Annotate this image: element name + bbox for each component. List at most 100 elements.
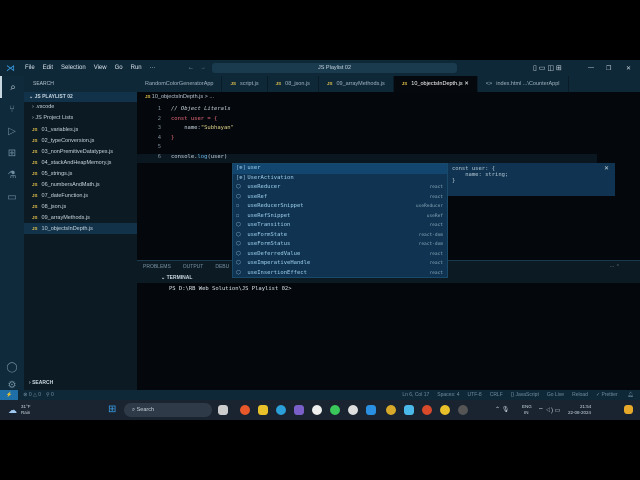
layout-icons[interactable]: ▯ ▭ ◫ ⊞ — [533, 64, 562, 72]
tab-item[interactable]: JS script.js — [222, 76, 268, 92]
file-item[interactable]: JS 09_arrayMethods.js — [24, 212, 137, 223]
tab-item[interactable]: JS 09_arrayMethods.js — [319, 76, 394, 92]
menu-view[interactable]: View — [90, 65, 111, 71]
problems-status[interactable]: ⊗ 0 △ 0 — [18, 392, 46, 398]
reload-button[interactable]: Reload — [568, 392, 592, 398]
suggestion-item[interactable]: ⬡ useImperativeHandle react — [233, 259, 447, 269]
whatsapp-icon[interactable] — [330, 405, 340, 415]
module-icon: ⬡ — [236, 222, 241, 228]
extensions-icon[interactable]: ⊞ — [0, 142, 24, 164]
explorer-section-header[interactable]: ⌄ JS PLAYLIST 02 — [24, 92, 137, 102]
suggestion-item[interactable]: ⬡ useRef react — [233, 193, 447, 203]
terminal-output[interactable]: PS D:\RB Web Solution\JS Playlist 02> — [137, 283, 640, 292]
teams-icon[interactable] — [294, 405, 304, 415]
tab-problems[interactable]: PROBLEMS — [137, 264, 177, 270]
suggestion-item[interactable]: ⬡ useTransition react — [233, 221, 447, 231]
weather-icon[interactable]: ☁ — [8, 405, 17, 416]
js-file-icon: JS — [326, 81, 333, 86]
forward-arrow-icon[interactable]: → — [200, 65, 206, 71]
file-item[interactable]: JS 03_nonPremitiveDatatypes.js — [24, 146, 137, 157]
folder-js-project-lists[interactable]: › JS Project Lists — [24, 113, 137, 124]
file-item[interactable]: JS 08_json.js — [24, 201, 137, 212]
start-button[interactable]: ⊞ — [108, 404, 116, 415]
suggestion-item[interactable]: ⬡ useInsertionEffect react — [233, 269, 447, 279]
indentation[interactable]: Spaces: 4 — [433, 392, 463, 398]
cursor-position[interactable]: Ln 6, Col 17 — [398, 392, 433, 398]
file-item[interactable]: JS 02_typeConversion.js — [24, 135, 137, 146]
suggestion-item[interactable]: ⬡ useDeferredValue react — [233, 250, 447, 260]
testing-icon[interactable]: ⚗ — [0, 164, 24, 186]
tab-item[interactable]: JS 10_objectsInDepth.js ✕ — [393, 76, 478, 92]
input-lang[interactable]: ENG — [522, 404, 532, 409]
encoding[interactable]: UTF-8 — [464, 392, 486, 398]
menu-selection[interactable]: Selection — [57, 65, 90, 71]
go-live-button[interactable]: Go Live — [543, 392, 568, 398]
suggestion-item[interactable]: ☐ useReducerSnippet useReducer — [233, 202, 447, 212]
search-section-header[interactable]: › SEARCH — [24, 378, 137, 388]
network-volume-icons[interactable]: ⌔ ◁) ▭ — [538, 406, 560, 414]
chrome-icon[interactable] — [386, 405, 396, 415]
menu-go[interactable]: Go — [111, 65, 127, 71]
remote-indicator[interactable]: ⚡ — [0, 390, 19, 400]
clock-date[interactable]: 22-08-2024 — [568, 410, 591, 415]
menu-file[interactable]: File — [21, 65, 39, 71]
details-close-icon[interactable]: ✕ — [604, 165, 609, 172]
run-debug-icon[interactable]: ▷ — [0, 120, 24, 142]
command-center[interactable]: JS Playlist 02 — [212, 63, 457, 73]
folder-vscode[interactable]: › .vscode — [24, 102, 137, 113]
app-icon[interactable] — [348, 405, 358, 415]
suggestion-item[interactable]: [⊛] UserActivation — [233, 174, 447, 184]
menu-run[interactable]: Run — [127, 65, 146, 71]
input-region[interactable]: IN — [524, 410, 529, 415]
menu-more[interactable]: ··· — [146, 65, 160, 71]
maximize-button[interactable]: ❐ — [606, 65, 611, 72]
file-item[interactable]: JS 10_objectsInDepth.js — [24, 223, 137, 234]
tab-item[interactable]: <> index.html ...\CounterAppl — [478, 76, 569, 92]
panel-more-icon[interactable]: ··· ⌃ — [603, 264, 626, 270]
app-icon[interactable] — [312, 405, 322, 415]
suggestion-item[interactable]: ⬡ useFormStatus react-dom — [233, 240, 447, 250]
taskbar-search[interactable]: ⌕ Search — [124, 403, 212, 417]
tab-close-icon[interactable]: ✕ — [464, 81, 469, 87]
code-text: console. — [171, 153, 198, 160]
tab-output[interactable]: OUTPUT — [177, 264, 210, 270]
app-icon[interactable] — [240, 405, 250, 415]
file-explorer-icon[interactable] — [258, 405, 268, 415]
file-item[interactable]: JS 04_stackAndHeapMemory.js — [24, 157, 137, 168]
file-item[interactable]: JS 06_numbersAndMath.js — [24, 179, 137, 190]
search-icon[interactable]: ⌕ — [0, 76, 24, 98]
task-view-icon[interactable] — [218, 405, 228, 415]
chrome-icon[interactable] — [440, 405, 450, 415]
minimize-button[interactable]: — — [588, 65, 594, 71]
line-ending[interactable]: CRLF — [486, 392, 507, 398]
suggestion-item[interactable]: [⊛] user — [233, 164, 447, 174]
breadcrumb[interactable]: JS 10_objectsInDepth.js > ... — [145, 94, 214, 100]
chrome-icon[interactable] — [422, 405, 432, 415]
back-arrow-icon[interactable]: ← — [188, 65, 194, 71]
remote-explorer-icon[interactable]: ▭ — [0, 186, 24, 208]
copilot-icon[interactable] — [624, 405, 633, 414]
menu-edit[interactable]: Edit — [39, 65, 57, 71]
app-icon[interactable] — [404, 405, 414, 415]
tray-icons[interactable]: ⌃ 🎙︎ — [495, 406, 509, 413]
clock-time[interactable]: 21:54 — [580, 404, 591, 409]
file-item[interactable]: JS 05_strings.js — [24, 168, 137, 179]
source-control-icon[interactable]: ⑂ — [0, 98, 24, 120]
terminal-title: TERMINAL — [166, 275, 193, 281]
vscode-taskbar-icon[interactable] — [366, 405, 376, 415]
ports-status[interactable]: ⚲ 0 — [46, 392, 54, 398]
notifications-bell-icon[interactable]: 🔔︎ — [622, 392, 640, 398]
edge-icon[interactable] — [276, 405, 286, 415]
file-item[interactable]: JS 07_dateFunction.js — [24, 190, 137, 201]
suggestion-item[interactable]: ☐ useRefSnippet useRef — [233, 212, 447, 222]
tab-item[interactable]: JS 08_json.js — [268, 76, 319, 92]
suggestion-label: useRef — [247, 193, 268, 200]
app-icon[interactable] — [458, 405, 468, 415]
tab-item[interactable]: RandomColorGeneratorApp — [137, 76, 223, 92]
prettier-status[interactable]: ✓ Prettier — [592, 392, 622, 398]
language-mode[interactable]: {} JavaScript — [507, 392, 543, 398]
suggestion-item[interactable]: ⬡ useFormState react-dom — [233, 231, 447, 241]
file-item[interactable]: JS 01_variables.js — [24, 124, 137, 135]
suggestion-item[interactable]: ⬡ useReducer react — [233, 183, 447, 193]
close-button[interactable]: ✕ — [626, 65, 631, 72]
